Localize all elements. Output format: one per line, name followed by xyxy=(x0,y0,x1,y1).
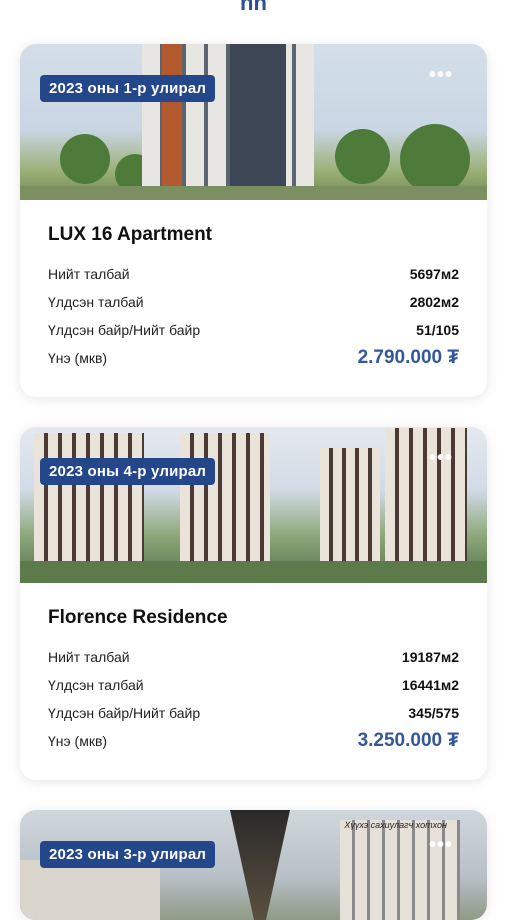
stat-value: 2802м2 xyxy=(409,294,459,310)
stat-label: Үлдсэн байр/Нийт байр xyxy=(48,322,201,338)
stat-row-price: Үнэ (мкв) 3.250.000 ₮ xyxy=(48,727,459,755)
price-label: Үнэ (мкв) xyxy=(48,733,108,749)
tree-decoration xyxy=(335,129,390,184)
tower-silhouette xyxy=(230,810,290,920)
stat-row-total-area: Нийт талбай 19187м2 xyxy=(48,643,459,671)
building-block xyxy=(385,428,467,583)
price-value: 3.250.000 ₮ xyxy=(357,730,459,751)
stat-value: 345/575 xyxy=(408,705,459,721)
property-card-florence[interactable]: 2023 оны 4-р улирал ••• Florence Residen… xyxy=(20,427,487,780)
stat-row-total-area: Нийт талбай 5697м2 xyxy=(48,260,459,288)
property-image: Хүүхэ сахиулагч хотхон 2023 оны 3-р улир… xyxy=(20,810,487,920)
property-title: LUX 16 Apartment xyxy=(48,224,212,245)
stat-label: Үлдсэн талбай xyxy=(48,294,144,310)
stat-value: 5697м2 xyxy=(409,266,459,282)
property-title: Florence Residence xyxy=(48,607,228,628)
stat-row-units: Үлдсэн байр/Нийт байр 345/575 xyxy=(48,699,459,727)
property-image: 2023 оны 4-р улирал ••• xyxy=(20,427,487,583)
building-accent xyxy=(162,44,182,200)
more-dots-icon[interactable]: ••• xyxy=(429,65,453,85)
stat-label: Үлдсэн талбай xyxy=(48,677,144,693)
more-dots-icon[interactable]: ••• xyxy=(429,835,453,855)
property-card-lux16[interactable]: 2023 оны 1-р улирал ••• LUX 16 Apartment… xyxy=(20,44,487,397)
property-image: 2023 оны 1-р улирал ••• xyxy=(20,44,487,200)
stat-row-remaining-area: Үлдсэн талбай 16441м2 xyxy=(48,671,459,699)
stat-row-units: Үлдсэн байр/Нийт байр 51/105 xyxy=(48,316,459,344)
stat-value: 51/105 xyxy=(416,322,459,338)
tree-decoration xyxy=(400,124,470,194)
stat-label: Нийт талбай xyxy=(48,649,130,665)
property-card-partial[interactable]: Хүүхэ сахиулагч хотхон 2023 оны 3-р улир… xyxy=(20,810,487,920)
header-fragment: nn xyxy=(240,0,267,15)
stat-value: 19187м2 xyxy=(401,649,459,665)
stat-row-price: Үнэ (мкв) 2.790.000 ₮ xyxy=(48,344,459,372)
stat-label: Үлдсэн байр/Нийт байр xyxy=(48,705,201,721)
tree-decoration xyxy=(60,134,110,184)
stat-row-remaining-area: Үлдсэн талбай 2802м2 xyxy=(48,288,459,316)
price-value: 2.790.000 ₮ xyxy=(357,347,459,368)
quarter-badge: 2023 оны 4-р улирал xyxy=(40,458,216,485)
stat-label: Нийт талбай xyxy=(48,266,130,282)
ground xyxy=(20,186,487,200)
building-block xyxy=(20,860,160,920)
quarter-badge: 2023 оны 1-р улирал xyxy=(40,75,216,102)
quarter-badge: 2023 оны 3-р улирал xyxy=(40,841,216,868)
price-label: Үнэ (мкв) xyxy=(48,350,108,366)
watermark-text: Хүүхэ сахиулагч хотхон xyxy=(344,820,447,830)
more-dots-icon[interactable]: ••• xyxy=(429,448,453,468)
stat-value: 16441м2 xyxy=(401,677,459,693)
ground xyxy=(20,561,487,583)
building-glass xyxy=(230,44,286,200)
